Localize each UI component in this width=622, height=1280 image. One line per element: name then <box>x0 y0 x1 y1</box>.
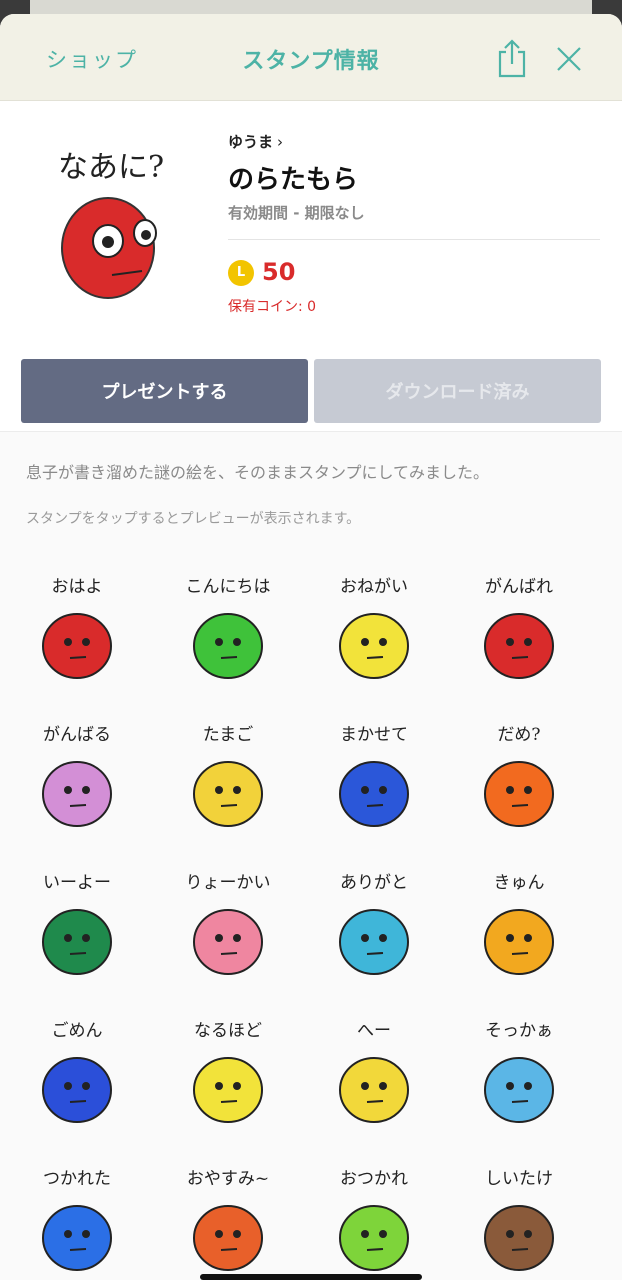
sticker-face-drawing <box>42 909 112 975</box>
main-sticker-caption: なあに? <box>58 150 164 185</box>
share-button[interactable] <box>496 38 528 78</box>
sticker-caption: がんばれ <box>485 577 553 597</box>
sticker-item[interactable]: ごめん <box>12 1016 142 1156</box>
sticker-face-drawing <box>339 761 409 827</box>
sticker-caption: おはよ <box>51 577 103 597</box>
sticker-item[interactable]: おねがい <box>309 572 439 712</box>
home-indicator <box>200 1274 422 1280</box>
sticker-face-drawing <box>193 761 263 827</box>
price: 50 <box>262 258 296 286</box>
sticker-caption: がんばる <box>43 725 111 745</box>
chevron-right-icon: › <box>277 133 284 151</box>
author-link[interactable]: ゆうま › <box>228 131 283 152</box>
sticker-face-drawing <box>339 909 409 975</box>
sticker-caption: きゅん <box>493 873 545 893</box>
sticker-face-drawing <box>484 761 554 827</box>
sticker-caption: つかれた <box>43 1169 111 1189</box>
sticker-caption: おやすみ~ <box>186 1169 270 1189</box>
share-icon <box>498 39 526 78</box>
sticker-item[interactable]: だめ? <box>454 720 584 860</box>
downloaded-button: ダウンロード済み <box>314 359 601 423</box>
sticker-caption: なるほど <box>194 1021 262 1041</box>
sticker-item[interactable]: まかせて <box>309 720 439 860</box>
sticker-face-drawing <box>339 1205 409 1271</box>
sticker-item[interactable]: そっかぁ <box>454 1016 584 1156</box>
present-button[interactable]: プレゼントする <box>21 359 308 423</box>
sticker-caption: たまご <box>202 725 254 745</box>
sticker-face-drawing <box>42 613 112 679</box>
pack-title: のらたもら <box>228 165 359 195</box>
sticker-item[interactable]: なるほど <box>163 1016 293 1156</box>
owned-coins: 保有コイン: 0 <box>228 299 317 315</box>
sticker-face-drawing <box>193 1205 263 1271</box>
divider <box>228 239 600 240</box>
sticker-caption: まかせて <box>340 725 408 745</box>
close-icon <box>557 47 581 71</box>
sticker-face-drawing <box>42 1057 112 1123</box>
sticker-item[interactable]: へー <box>309 1016 439 1156</box>
main-sticker-image: なあに? <box>50 143 180 303</box>
sticker-item[interactable]: つかれた <box>12 1164 142 1280</box>
sticker-caption: りょーかい <box>185 873 271 893</box>
close-button[interactable] <box>556 46 582 72</box>
sticker-face-drawing <box>193 613 263 679</box>
sticker-face-drawing <box>42 1205 112 1271</box>
validity-period: 有効期間 - 期限なし <box>228 204 365 222</box>
sticker-info-sheet: ショップ スタンプ情報 なあに? ゆうま › のらたもら 有効期間 - 期限なし… <box>0 14 622 1280</box>
sticker-caption: そっかぁ <box>485 1021 553 1041</box>
sticker-item[interactable]: がんばれ <box>454 572 584 712</box>
sticker-item[interactable]: たまご <box>163 720 293 860</box>
sticker-caption: こんにちは <box>185 577 271 597</box>
sticker-caption: おつかれ <box>340 1169 408 1189</box>
sticker-face-drawing <box>193 909 263 975</box>
sticker-item[interactable]: きゅん <box>454 868 584 1008</box>
sticker-list-section: 息子が書き溜めた謎の絵を、そのままスタンプにしてみました。 スタンプをタップする… <box>0 431 622 1280</box>
coin-icon: L <box>228 260 254 286</box>
sticker-item[interactable]: いーよー <box>12 868 142 1008</box>
sticker-face-drawing <box>484 909 554 975</box>
pack-info: なあに? ゆうま › のらたもら 有効期間 - 期限なし L 50 保有コイン: … <box>0 101 622 431</box>
sticker-face-drawing <box>193 1057 263 1123</box>
sticker-caption: しいたけ <box>485 1169 553 1189</box>
pack-description: 息子が書き溜めた謎の絵を、そのままスタンプにしてみました。 <box>26 463 490 482</box>
sticker-caption: いーよー <box>43 873 111 893</box>
sticker-drawing: なあに? <box>58 150 164 299</box>
sticker-item[interactable]: おはよ <box>12 572 142 712</box>
sticker-caption: ごめん <box>51 1021 103 1041</box>
sticker-caption: ありがと <box>340 873 408 893</box>
sticker-face-drawing <box>339 1057 409 1123</box>
page-title: スタンプ情報 <box>242 49 380 74</box>
sticker-face-drawing <box>42 761 112 827</box>
sticker-face-drawing <box>339 613 409 679</box>
sticker-item[interactable]: おつかれ <box>309 1164 439 1280</box>
preview-hint: スタンプをタップするとプレビューが表示されます。 <box>26 511 361 527</box>
sticker-caption: おねがい <box>340 577 408 597</box>
sticker-item[interactable]: こんにちは <box>163 572 293 712</box>
sticker-face-drawing <box>484 1205 554 1271</box>
sticker-caption: へー <box>357 1021 391 1041</box>
sticker-item[interactable]: おやすみ~ <box>163 1164 293 1280</box>
sticker-face-drawing <box>484 1057 554 1123</box>
header-bar: ショップ スタンプ情報 <box>0 14 622 101</box>
sticker-face-drawing <box>484 613 554 679</box>
sticker-caption: だめ? <box>497 725 541 745</box>
sticker-item[interactable]: しいたけ <box>454 1164 584 1280</box>
sticker-item[interactable]: りょーかい <box>163 868 293 1008</box>
sticker-item[interactable]: がんばる <box>12 720 142 860</box>
author-name: ゆうま <box>228 133 274 151</box>
sticker-item[interactable]: ありがと <box>309 868 439 1008</box>
